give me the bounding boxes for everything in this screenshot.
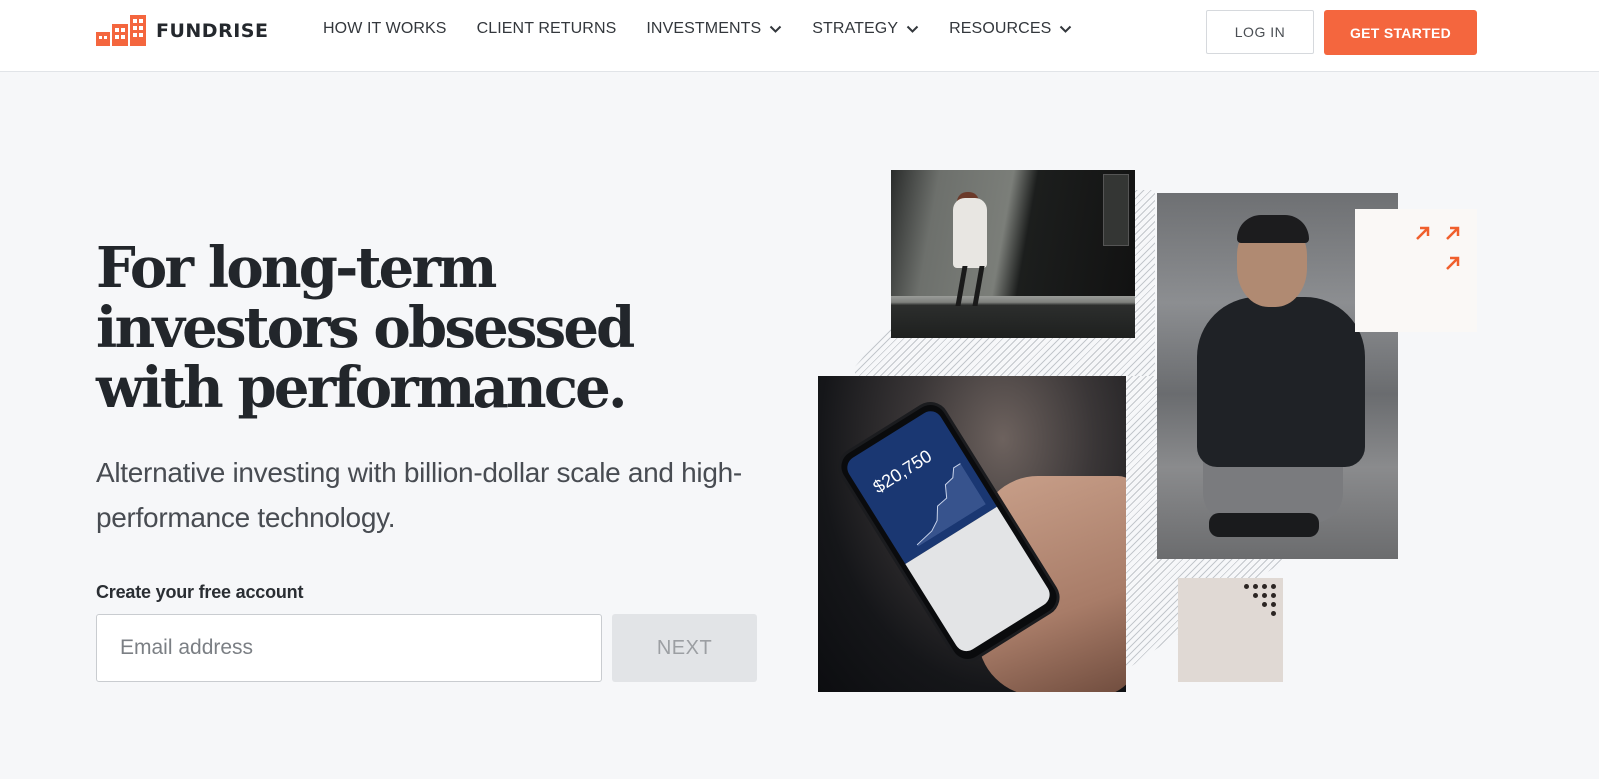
dot bbox=[1271, 611, 1276, 616]
nav-label: STRATEGY bbox=[812, 20, 899, 37]
phone-app-photo: $20,750 bbox=[818, 376, 1126, 692]
dot bbox=[1271, 584, 1276, 589]
get-started-button[interactable]: GET STARTED bbox=[1324, 10, 1477, 55]
hero-headline: For long-term investors obsessed with pe… bbox=[96, 235, 635, 421]
dot bbox=[1253, 584, 1258, 589]
site-header: FUNDRISE HOW IT WORKS CLIENT RETURNS INV… bbox=[0, 0, 1599, 72]
torso-shape bbox=[1197, 297, 1365, 467]
main-nav: HOW IT WORKS CLIENT RETURNS INVESTMENTS … bbox=[323, 20, 1102, 38]
nav-client-returns[interactable]: CLIENT RETURNS bbox=[477, 20, 617, 38]
nav-label: RESOURCES bbox=[949, 20, 1052, 37]
nav-strategy[interactable]: STRATEGY bbox=[812, 20, 919, 38]
signup-form-label: Create your free account bbox=[96, 582, 304, 602]
shoes-shape bbox=[1209, 513, 1319, 537]
dot bbox=[1262, 584, 1267, 589]
chevron-down-icon bbox=[770, 25, 782, 33]
hair-shape bbox=[1237, 215, 1309, 243]
hero-subheading: Alternative investing with billion-dolla… bbox=[96, 457, 742, 533]
chevron-down-icon bbox=[1060, 25, 1072, 33]
arrow-up-right-icon bbox=[1446, 256, 1460, 270]
log-in-button[interactable]: LOG IN bbox=[1206, 10, 1314, 54]
dot bbox=[1262, 593, 1267, 598]
woman-walking-photo bbox=[891, 170, 1135, 338]
sidewalk bbox=[891, 296, 1135, 338]
chevron-down-icon bbox=[906, 25, 919, 33]
nav-label: INVESTMENTS bbox=[646, 20, 762, 37]
fundrise-logo[interactable]: FUNDRISE bbox=[96, 14, 268, 48]
dot bbox=[1253, 593, 1258, 598]
nav-label: HOW IT WORKS bbox=[323, 20, 447, 37]
dot bbox=[1244, 584, 1249, 589]
nav-resources[interactable]: RESOURCES bbox=[949, 20, 1072, 38]
nav-how-it-works[interactable]: HOW IT WORKS bbox=[323, 20, 447, 38]
next-button[interactable]: NEXT bbox=[612, 614, 757, 682]
buildings-logo-icon bbox=[96, 15, 146, 46]
brand-name: FUNDRISE bbox=[156, 20, 269, 42]
decor-card-arrows bbox=[1355, 209, 1477, 332]
nav-investments[interactable]: INVESTMENTS bbox=[646, 20, 782, 38]
nav-label: CLIENT RETURNS bbox=[476, 20, 617, 37]
dot bbox=[1271, 602, 1276, 607]
dot bbox=[1262, 602, 1267, 607]
decor-card-dots bbox=[1178, 578, 1283, 682]
person-shape bbox=[953, 198, 987, 268]
wall-sign bbox=[1103, 174, 1129, 246]
dot bbox=[1271, 593, 1276, 598]
arrow-up-right-icon bbox=[1416, 226, 1430, 240]
email-input[interactable] bbox=[96, 614, 602, 682]
arrow-up-right-icon bbox=[1446, 226, 1460, 240]
